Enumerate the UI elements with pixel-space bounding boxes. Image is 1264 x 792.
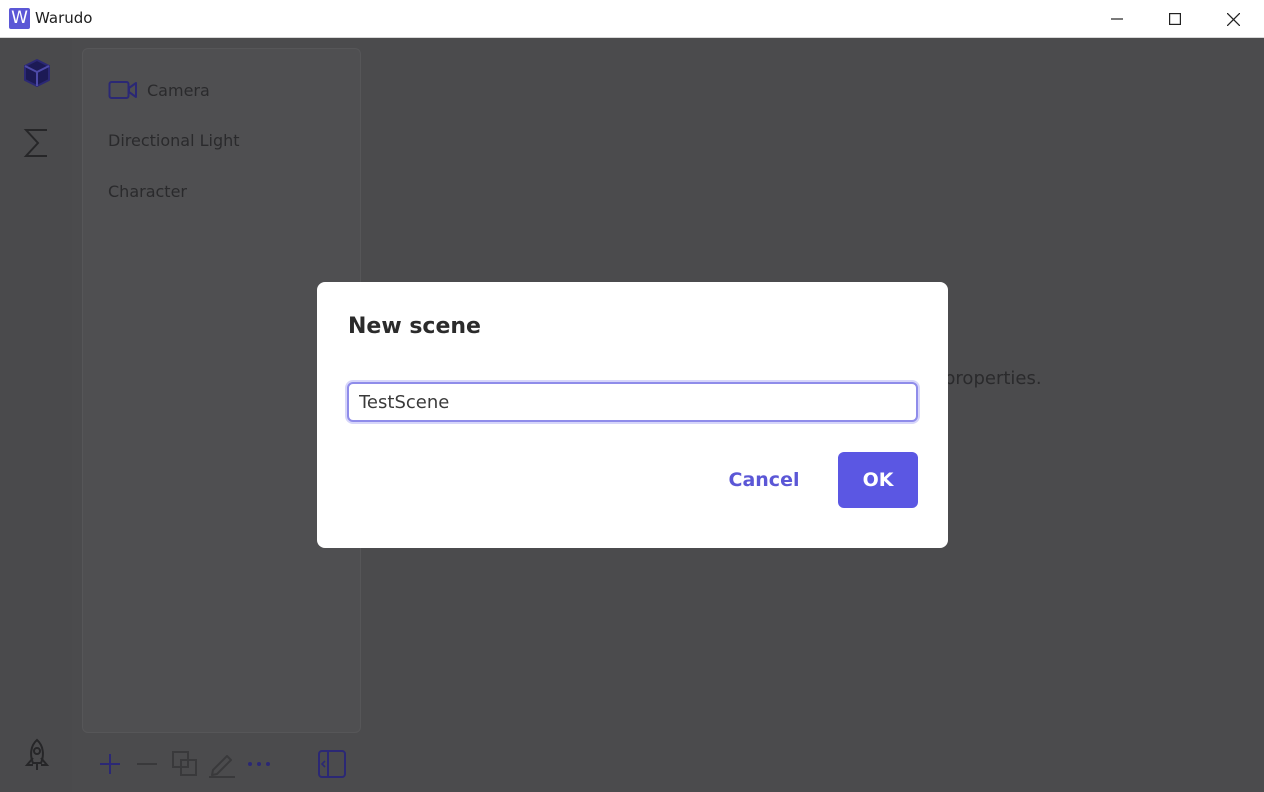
rocket-icon[interactable]: [20, 738, 54, 772]
maximize-button[interactable]: [1146, 0, 1204, 38]
minimize-button[interactable]: [1088, 0, 1146, 38]
list-item-label: Character: [108, 182, 187, 201]
ok-button[interactable]: OK: [838, 452, 918, 508]
list-item-label: Camera: [147, 80, 210, 100]
add-icon[interactable]: [96, 750, 124, 778]
app-logo-icon: W: [9, 8, 30, 29]
window-title: Warudo: [35, 9, 93, 27]
new-scene-dialog: New scene Cancel OK: [317, 282, 948, 548]
list-item-character[interactable]: Character: [108, 182, 187, 201]
cancel-button[interactable]: Cancel: [722, 452, 806, 508]
scene-cube-icon[interactable]: [20, 56, 54, 90]
close-button[interactable]: [1204, 0, 1262, 38]
panel-toolbar: [82, 743, 362, 783]
collapse-panel-icon[interactable]: [318, 750, 346, 778]
side-rail: [0, 38, 72, 792]
close-icon: [1226, 12, 1240, 26]
list-item-directional-light[interactable]: Directional Light: [108, 131, 240, 150]
remove-icon[interactable]: [133, 750, 161, 778]
minimize-icon: [1111, 18, 1123, 20]
sigma-icon[interactable]: [20, 126, 54, 160]
background-hint-text: properties.: [944, 368, 1042, 389]
video-camera-icon: [108, 81, 137, 99]
dialog-title: New scene: [348, 314, 481, 339]
maximize-icon: [1169, 13, 1181, 25]
title-bar: W Warudo: [0, 0, 1264, 38]
scene-name-input[interactable]: [347, 382, 918, 422]
more-options-icon[interactable]: [245, 750, 273, 778]
list-item-label: Directional Light: [108, 131, 240, 150]
list-item-camera[interactable]: Camera: [108, 80, 210, 100]
duplicate-icon[interactable]: [171, 750, 199, 778]
rename-pencil-icon[interactable]: [208, 750, 236, 778]
